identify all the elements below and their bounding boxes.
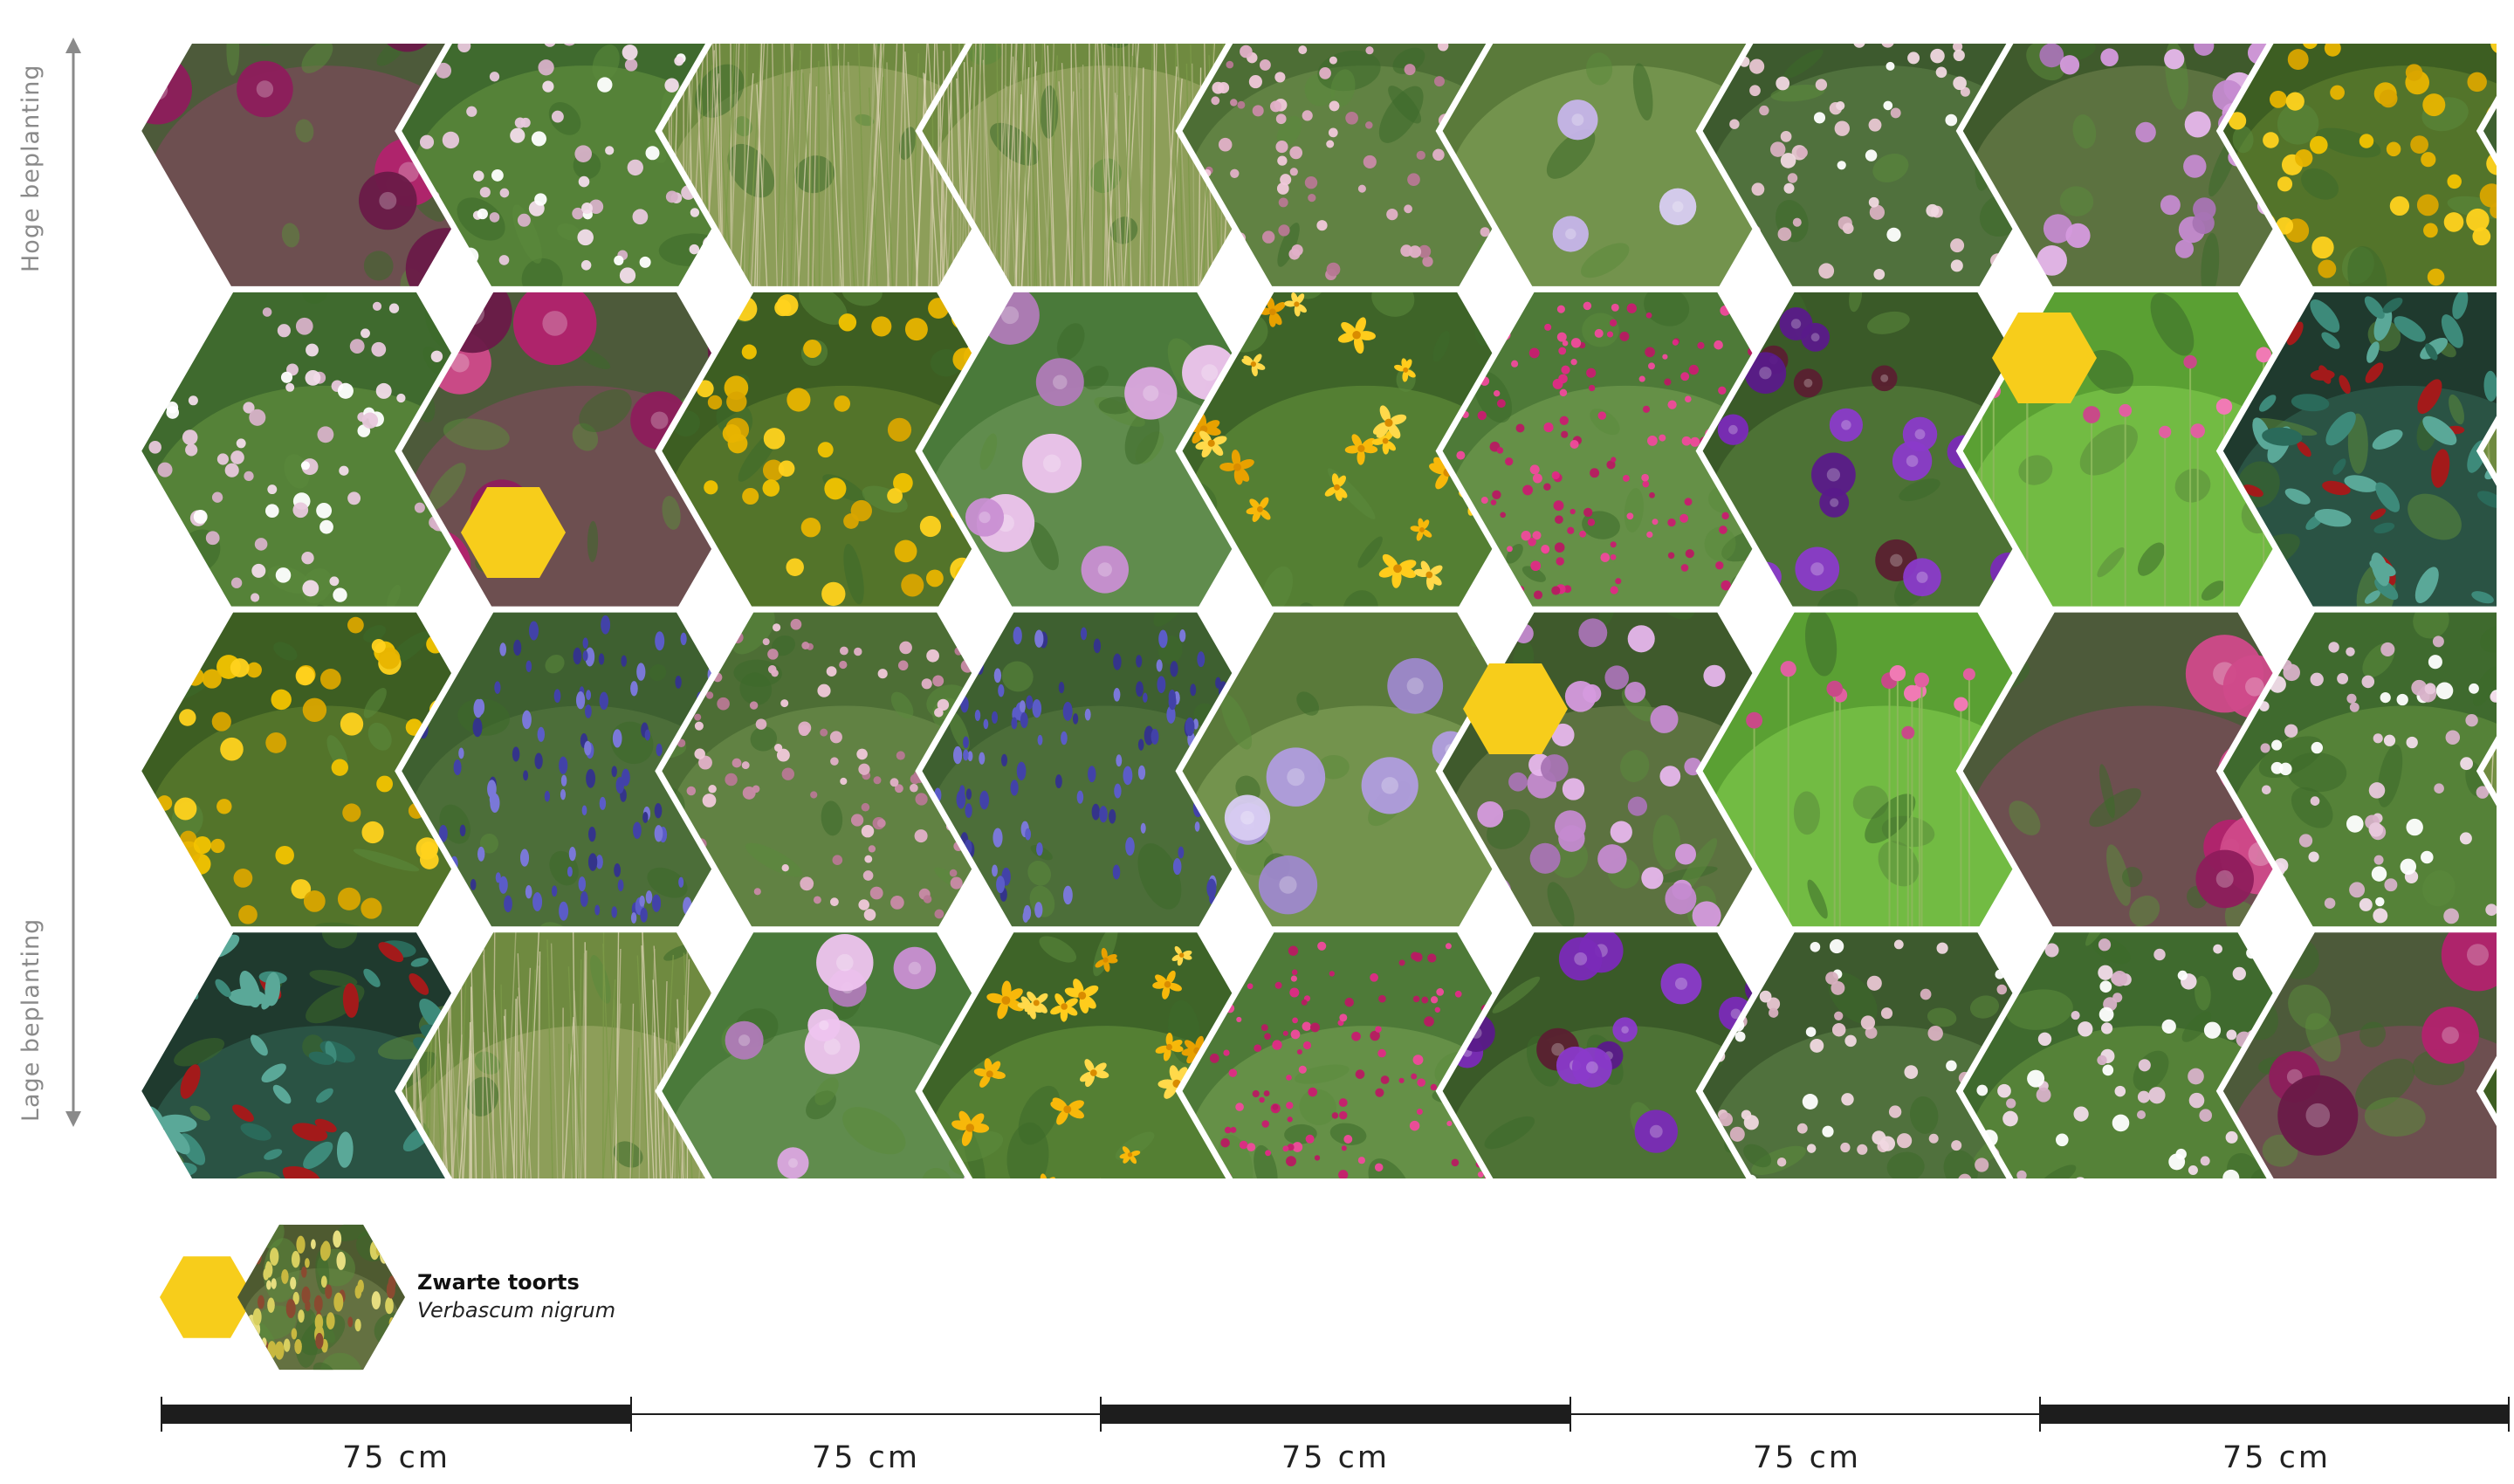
plant-hex-malva — [2219, 929, 2497, 1178]
legend-common-name: Zwarte toorts — [417, 1270, 580, 1295]
scale-segment-thick — [2040, 1405, 2510, 1424]
scale-segment-thick — [161, 1405, 631, 1424]
legend — [160, 1224, 405, 1371]
scale-label-3: 75 cm — [1281, 1440, 1390, 1475]
legend-scientific-name: Verbascum nigrum — [417, 1298, 616, 1323]
axis-label-top: Hoge beplanting — [17, 64, 45, 272]
scale-label-1: 75 cm — [342, 1440, 450, 1475]
scale-label-4: 75 cm — [1753, 1440, 1861, 1475]
axis-label-bottom: Lage beplanting — [17, 917, 45, 1122]
plant-hexagon-grid — [140, 44, 2497, 1178]
scale-segment-thick — [1101, 1405, 1570, 1424]
scale-label-2: 75 cm — [812, 1440, 920, 1475]
scale-bar — [161, 1397, 2510, 1432]
legend-plant-photo — [237, 1224, 405, 1371]
scale-label-5: 75 cm — [2222, 1440, 2331, 1475]
planting-scheme — [65, 38, 2510, 1432]
